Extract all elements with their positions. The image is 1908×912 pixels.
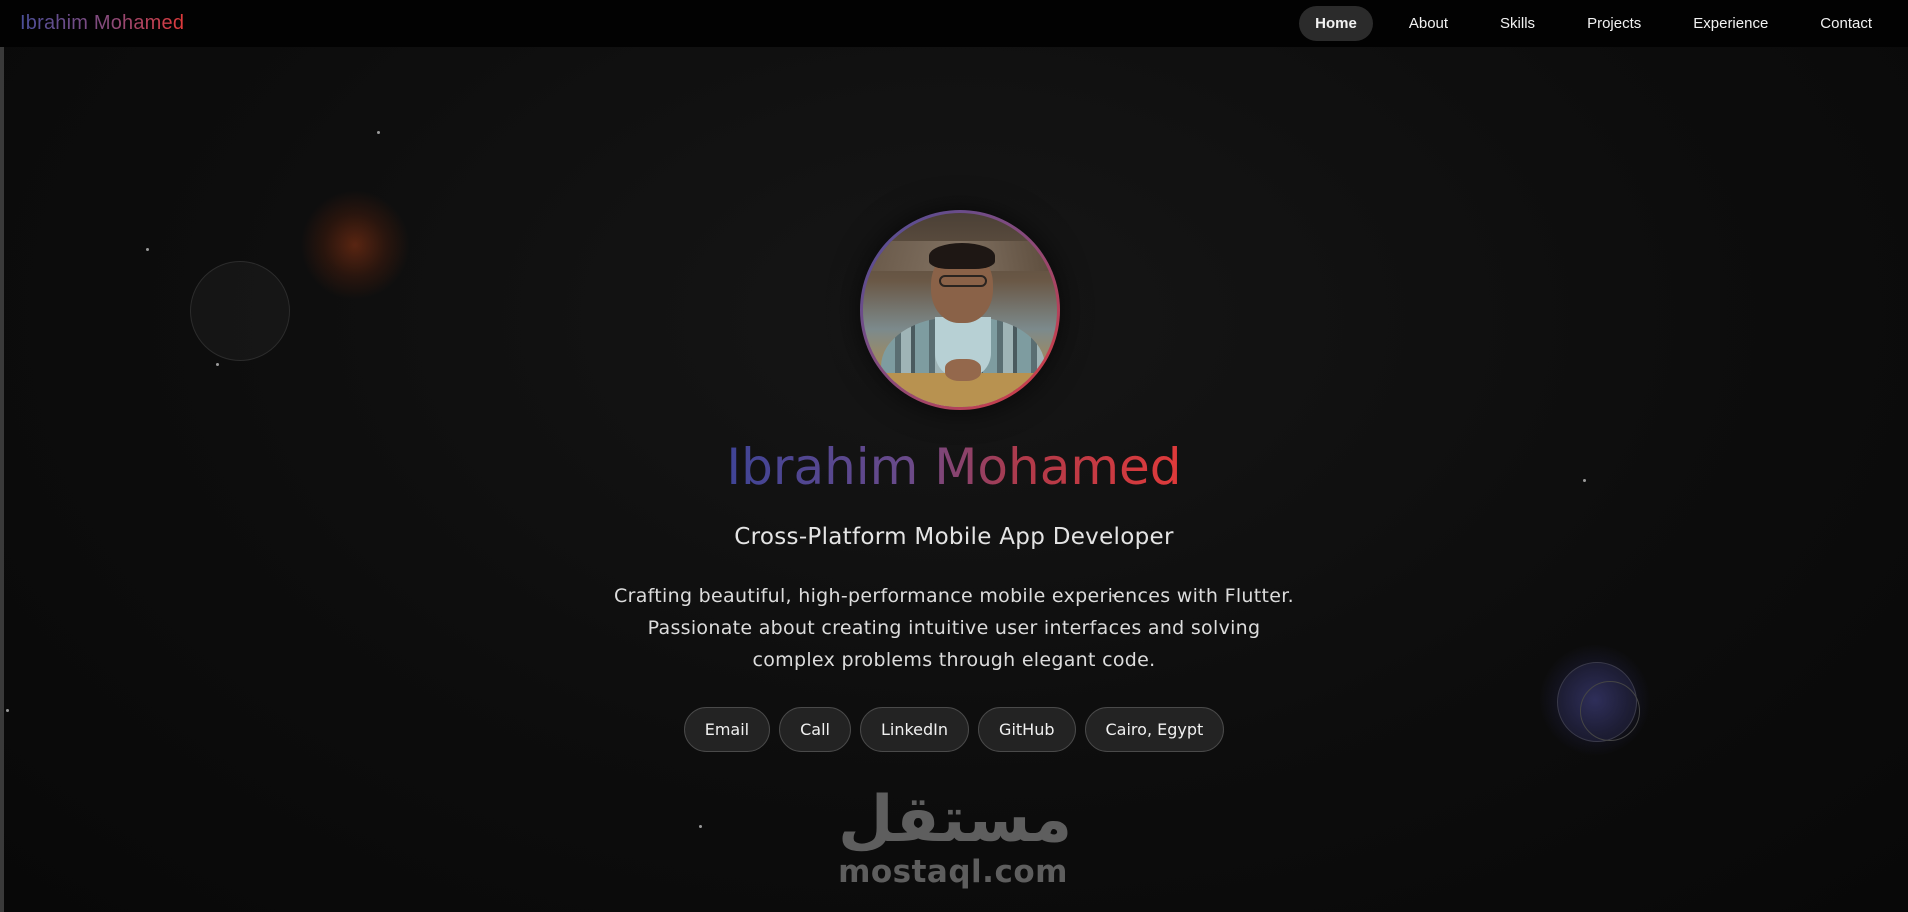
star-dot — [216, 363, 219, 366]
profile-photo — [863, 213, 1057, 407]
watermark-latin: mostaql.com — [838, 854, 1068, 890]
linkedin-chip[interactable]: LinkedIn — [859, 707, 970, 752]
star-dot — [699, 825, 702, 828]
nav-link-contact[interactable]: Contact — [1804, 6, 1888, 41]
hero-title: Cross-Platform Mobile App Developer — [734, 524, 1174, 550]
decorative-orange-glow — [300, 190, 410, 300]
github-chip[interactable]: GitHub — [978, 707, 1076, 752]
hero-description: Crafting beautiful, high-performance mob… — [614, 585, 1294, 671]
location-chip[interactable]: Cairo, Egypt — [1084, 707, 1225, 752]
nav-link-home[interactable]: Home — [1299, 6, 1373, 41]
profile-avatar — [860, 210, 1060, 410]
hero-name: Ibrahim Mohamed — [0, 440, 1908, 495]
nav-link-about[interactable]: About — [1393, 6, 1464, 41]
nav-link-projects[interactable]: Projects — [1571, 6, 1657, 41]
hero-name-text: Ibrahim Mohamed — [726, 438, 1182, 496]
portfolio-page: Ibrahim Mohamed Home About Skills Projec… — [0, 0, 1908, 912]
nav-link-experience[interactable]: Experience — [1677, 6, 1784, 41]
star-dot — [377, 131, 380, 134]
email-chip[interactable]: Email — [683, 707, 771, 752]
watermark-arabic: مستقل — [838, 783, 1073, 857]
top-navbar: Ibrahim Mohamed Home About Skills Projec… — [0, 0, 1908, 47]
star-dot — [146, 248, 149, 251]
mostaql-watermark: مستقل mostaql.com — [838, 783, 1073, 890]
nav-link-skills[interactable]: Skills — [1484, 6, 1551, 41]
call-chip[interactable]: Call — [779, 707, 851, 752]
decorative-circle — [190, 261, 290, 361]
nav-links: Home About Skills Projects Experience Co… — [1285, 6, 1888, 41]
brand-logo[interactable]: Ibrahim Mohamed — [20, 12, 184, 35]
contact-chips: Email Call LinkedIn GitHub Cairo, Egypt — [0, 707, 1908, 752]
